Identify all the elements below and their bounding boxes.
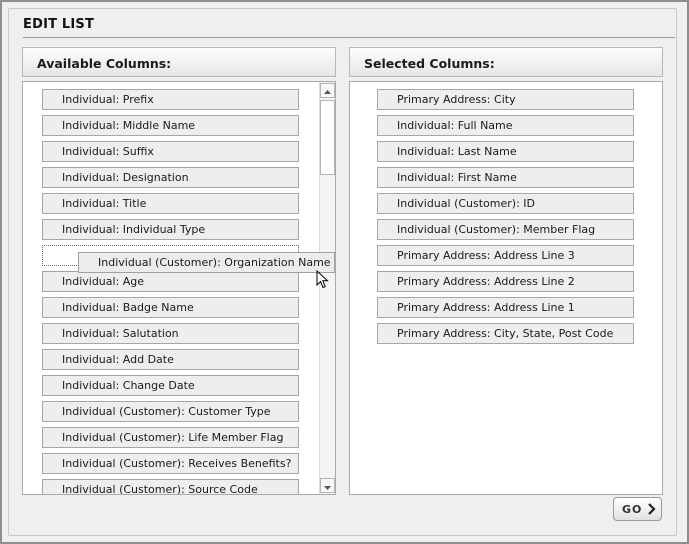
- selected-item[interactable]: Primary Address: City: [377, 89, 634, 110]
- selected-item[interactable]: Primary Address: Address Line 3: [377, 245, 634, 266]
- available-item[interactable]: Individual: Add Date: [42, 349, 299, 370]
- selected-columns-list[interactable]: Primary Address: City Individual: Full N…: [349, 81, 663, 495]
- go-button-label: GO: [622, 503, 643, 516]
- available-item[interactable]: Individual: Badge Name: [42, 297, 299, 318]
- selected-columns-heading: Selected Columns:: [364, 56, 495, 71]
- selected-item[interactable]: Individual: First Name: [377, 167, 634, 188]
- available-item[interactable]: Individual (Customer): Source Code: [42, 479, 299, 494]
- scroll-up-button[interactable]: [320, 83, 335, 98]
- available-item[interactable]: Individual: Designation: [42, 167, 299, 188]
- selected-item[interactable]: Primary Address: Address Line 1: [377, 297, 634, 318]
- available-item[interactable]: Individual: Middle Name: [42, 115, 299, 136]
- available-item[interactable]: Individual: Change Date: [42, 375, 299, 396]
- available-columns-list[interactable]: Individual: Prefix Individual: Middle Na…: [22, 81, 336, 495]
- selected-item[interactable]: Individual: Full Name: [377, 115, 634, 136]
- title-divider: [23, 37, 675, 38]
- mouse-pointer-icon: [316, 270, 329, 289]
- available-item[interactable]: Individual: Prefix: [42, 89, 299, 110]
- available-item[interactable]: Individual (Customer): Receives Benefits…: [42, 453, 299, 474]
- scrollbar-thumb[interactable]: [320, 100, 335, 175]
- selected-item[interactable]: Individual (Customer): ID: [377, 193, 634, 214]
- triangle-up-icon: [324, 90, 331, 94]
- available-item[interactable]: Individual: Suffix: [42, 141, 299, 162]
- available-columns-heading: Available Columns:: [37, 56, 172, 71]
- scroll-down-button[interactable]: [320, 478, 335, 493]
- page-title: EDIT LIST: [23, 17, 95, 32]
- selected-item[interactable]: Individual: Last Name: [377, 141, 634, 162]
- go-button[interactable]: GO: [613, 497, 662, 521]
- available-item[interactable]: Individual: Age: [42, 271, 299, 292]
- available-item[interactable]: Individual: Salutation: [42, 323, 299, 344]
- available-columns-header: Available Columns:: [22, 47, 336, 77]
- selected-item[interactable]: Primary Address: Address Line 2: [377, 271, 634, 292]
- available-item[interactable]: Individual: Individual Type: [42, 219, 299, 240]
- selected-columns-header: Selected Columns:: [349, 47, 663, 77]
- available-item[interactable]: Individual: Title: [42, 193, 299, 214]
- chevron-right-icon: [648, 503, 656, 515]
- available-item[interactable]: Individual (Customer): Life Member Flag: [42, 427, 299, 448]
- dragging-item[interactable]: Individual (Customer): Organization Name: [78, 252, 335, 273]
- selected-item[interactable]: Primary Address: City, State, Post Code: [377, 323, 634, 344]
- selected-item[interactable]: Individual (Customer): Member Flag: [377, 219, 634, 240]
- available-item[interactable]: Individual (Customer): Customer Type: [42, 401, 299, 422]
- triangle-down-icon: [324, 486, 331, 490]
